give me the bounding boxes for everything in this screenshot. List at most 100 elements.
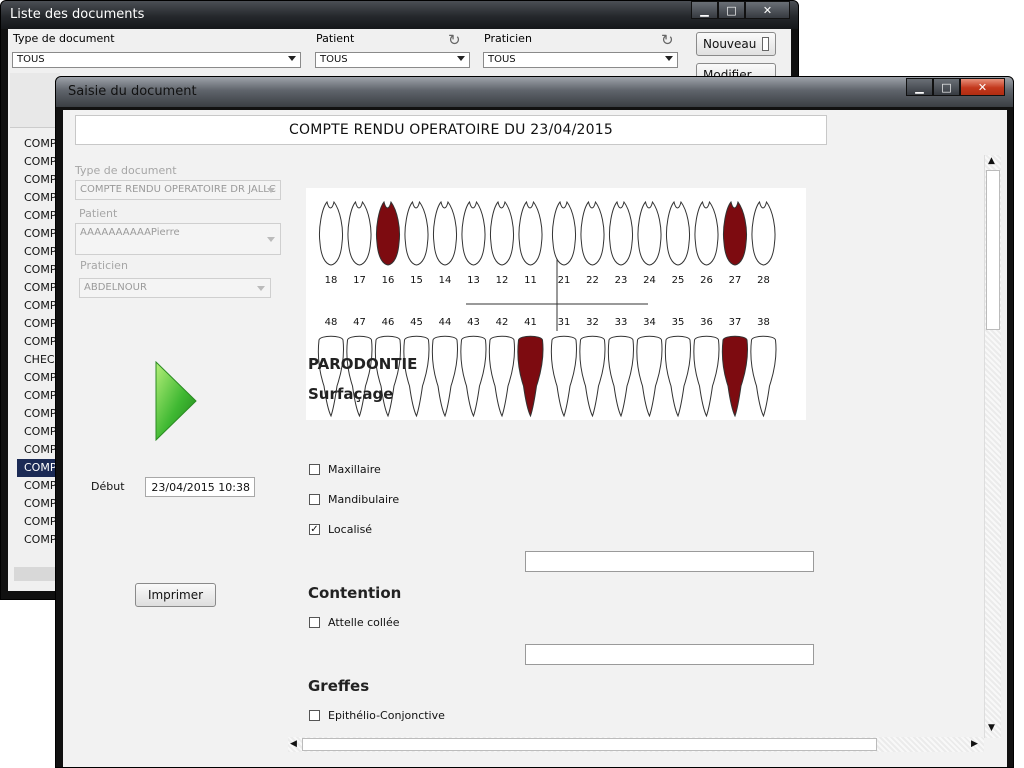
tooth-12[interactable] xyxy=(490,200,514,266)
tooth-36[interactable] xyxy=(693,335,720,418)
tooth-number-label: 37 xyxy=(729,317,742,328)
scroll-down-icon[interactable]: ▼ xyxy=(988,723,995,733)
tooth-14[interactable] xyxy=(433,200,457,266)
print-button[interactable]: Imprimer xyxy=(135,583,216,607)
tooth-number-label: 45 xyxy=(410,317,423,328)
tooth-42[interactable] xyxy=(488,335,515,418)
tooth-number-label: 22 xyxy=(586,275,599,286)
tooth-32[interactable] xyxy=(579,335,606,418)
tooth-37[interactable] xyxy=(721,335,748,418)
chevron-down-icon xyxy=(457,56,465,61)
tooth-number-label: 11 xyxy=(524,275,537,286)
back-title-bar: Liste des documents ▁ □ ✕ xyxy=(1,1,798,29)
doc-type-value: COMPTE RENDU OPERATOIRE DR JALLC xyxy=(80,184,276,195)
tooth-number-label: 26 xyxy=(700,275,713,286)
checkbox-row[interactable]: ✓ Localisé xyxy=(309,523,372,536)
vertical-scroll-thumb[interactable] xyxy=(986,170,1000,330)
tooth-number-label: 46 xyxy=(382,317,395,328)
front-close-button[interactable]: ✕ xyxy=(960,78,1005,96)
localise-detail-input[interactable] xyxy=(525,551,814,572)
practitioner-filter-select[interactable]: TOUS xyxy=(483,52,678,68)
tooth-17[interactable] xyxy=(347,200,372,266)
tooth-number-label: 36 xyxy=(700,317,713,328)
tooth-35[interactable] xyxy=(664,335,691,418)
tooth-44[interactable] xyxy=(431,335,458,418)
front-title-bar: Saisie du document ▁ □ ✕ xyxy=(56,77,1013,107)
scroll-right-icon[interactable]: ▶ xyxy=(971,739,978,749)
horizontal-scroll-thumb[interactable] xyxy=(302,738,877,751)
debut-input[interactable]: 23/04/2015 10:38 xyxy=(145,477,255,497)
tooth-41[interactable] xyxy=(517,335,544,418)
doc-type-label: Type de document xyxy=(75,164,177,177)
front-minimize-button[interactable]: ▁ xyxy=(906,78,933,96)
tooth-34[interactable] xyxy=(636,335,663,418)
tooth-number-label: 42 xyxy=(496,317,509,328)
tooth-number-label: 38 xyxy=(757,317,770,328)
checkbox[interactable]: ✓ xyxy=(309,524,320,535)
practitioner-filter-label: Praticien xyxy=(484,32,532,45)
tooth-22[interactable] xyxy=(580,200,605,266)
patient-filter-value: TOUS xyxy=(320,54,348,65)
tooth-43[interactable] xyxy=(460,335,487,418)
tooth-21[interactable] xyxy=(552,200,576,266)
tooth-number-label: 12 xyxy=(496,275,509,286)
checkbox[interactable] xyxy=(309,464,320,475)
doc-type-filter-select[interactable]: TOUS xyxy=(12,52,301,68)
checkbox-row[interactable]: Maxillaire xyxy=(309,463,381,476)
practitioner-value: ABDELNOUR xyxy=(84,282,147,293)
checkbox[interactable] xyxy=(309,494,320,505)
tooth-26[interactable] xyxy=(694,200,719,266)
tooth-11[interactable] xyxy=(518,200,543,266)
tooth-45[interactable] xyxy=(403,335,430,418)
front-maximize-button[interactable]: □ xyxy=(933,78,960,96)
scroll-up-icon[interactable]: ▲ xyxy=(988,156,995,166)
back-minimize-button[interactable]: ▁ xyxy=(691,1,718,19)
refresh-practitioner-icon[interactable]: ↻ xyxy=(661,31,674,49)
scroll-left-icon[interactable]: ◀ xyxy=(290,739,297,749)
tooth-38[interactable] xyxy=(750,335,777,418)
tooth-13[interactable] xyxy=(461,200,486,266)
tooth-28[interactable] xyxy=(751,200,776,266)
new-button-label: Nouveau xyxy=(703,37,757,51)
tooth-number-label: 13 xyxy=(467,275,480,286)
checkbox[interactable] xyxy=(309,617,320,628)
checkbox-row[interactable]: Attelle collée xyxy=(309,616,400,629)
tooth-23[interactable] xyxy=(609,200,633,266)
front-client-area: COMPTE RENDU OPERATOIRE DU 23/04/2015 Ty… xyxy=(63,110,1007,767)
play-arrow-icon[interactable] xyxy=(155,361,197,441)
contention-detail-input[interactable] xyxy=(525,644,814,665)
checkbox[interactable] xyxy=(309,710,320,721)
new-document-button[interactable]: Nouveau xyxy=(696,32,776,56)
doc-type-filter-label: Type de document xyxy=(13,32,115,45)
tooth-number-label: 18 xyxy=(325,275,338,286)
checkbox-row[interactable]: Epithélio-Conjonctive xyxy=(309,709,445,722)
patient-value: AAAAAAAAAAPierre xyxy=(80,227,180,238)
debut-label: Début xyxy=(91,480,125,493)
vertical-scrollbar[interactable]: ▲ ▼ xyxy=(984,155,1001,738)
back-maximize-button[interactable]: □ xyxy=(718,1,745,19)
tooth-24[interactable] xyxy=(637,200,662,266)
patient-select: AAAAAAAAAAPierre xyxy=(75,223,281,255)
tooth-46[interactable] xyxy=(374,335,401,418)
tooth-27[interactable] xyxy=(723,200,747,266)
tooth-25[interactable] xyxy=(666,200,690,266)
checkbox-label: Localisé xyxy=(328,523,373,536)
checkbox-label: Epithélio-Conjonctive xyxy=(328,709,445,722)
tooth-48[interactable] xyxy=(317,335,344,418)
tooth-15[interactable] xyxy=(404,200,429,266)
checkbox-row[interactable]: Mandibulaire xyxy=(309,493,399,506)
tooth-number-label: 44 xyxy=(439,317,452,328)
tooth-number-label: 27 xyxy=(729,275,742,286)
tooth-31[interactable] xyxy=(550,335,577,418)
tooth-33[interactable] xyxy=(607,335,634,418)
back-close-button[interactable]: ✕ xyxy=(745,1,790,19)
tooth-16[interactable] xyxy=(376,200,400,266)
tooth-number-label: 43 xyxy=(467,317,480,328)
patient-filter-select[interactable]: TOUS xyxy=(315,52,470,68)
parodontie-heading: PARODONTIE xyxy=(308,355,418,373)
document-icon xyxy=(762,37,769,51)
tooth-47[interactable] xyxy=(346,335,373,418)
tooth-18[interactable] xyxy=(319,200,343,266)
refresh-patient-icon[interactable]: ↻ xyxy=(448,31,461,49)
horizontal-scrollbar[interactable]: ◀ ▶ xyxy=(288,737,984,752)
